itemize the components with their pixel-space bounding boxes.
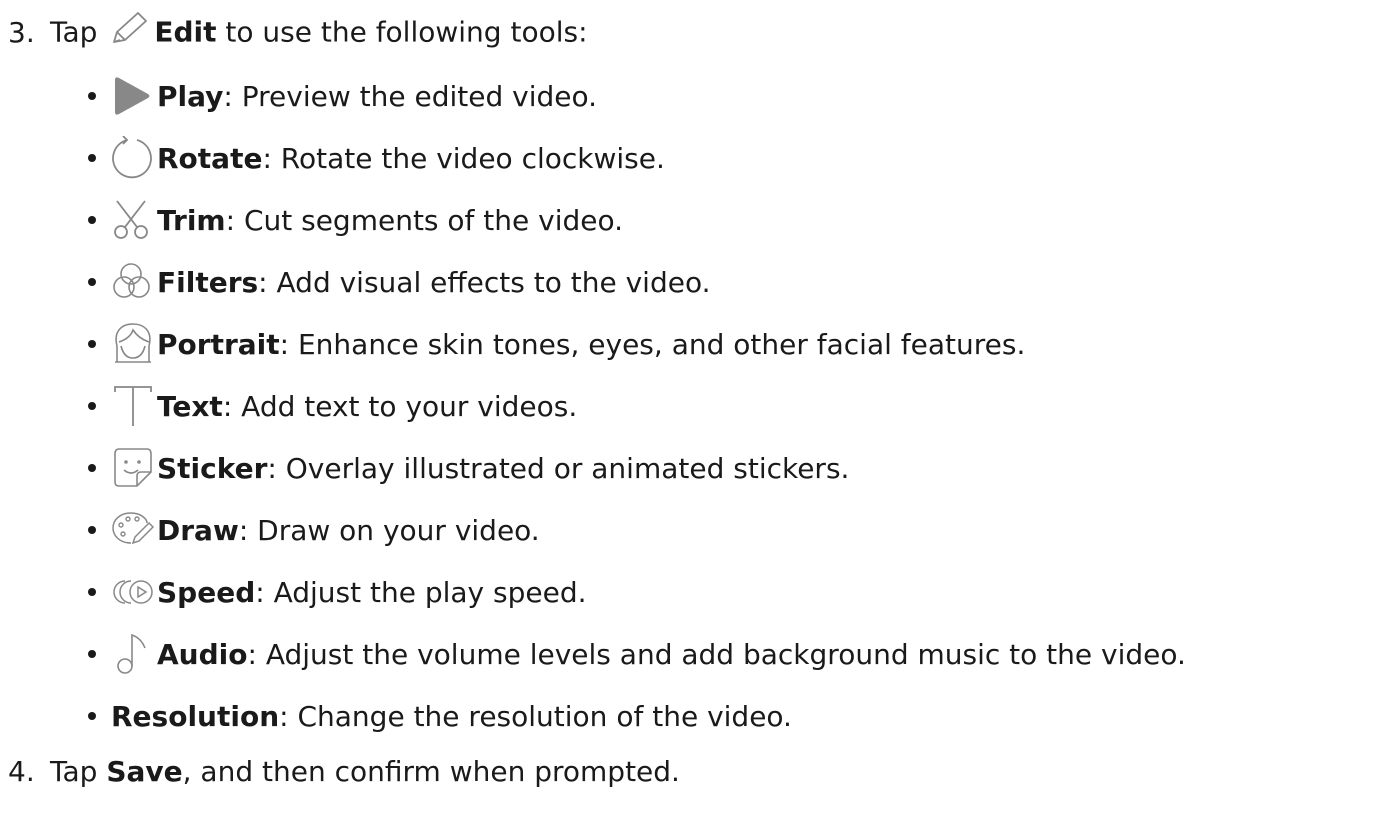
tool-term: Speed	[157, 575, 256, 609]
list-item-audio: Audio: Adjust the volume levels and add …	[88, 632, 1186, 676]
step-4-number: 4.	[8, 755, 35, 788]
step-3-suffix: to use the following tools:	[225, 15, 588, 49]
tool-term: Portrait	[157, 327, 280, 361]
tool-term: Rotate	[157, 141, 263, 175]
tool-desc: : Preview the edited video.	[223, 79, 598, 113]
save-label: Save	[106, 755, 183, 788]
tool-desc: : Rotate the video clockwise.	[262, 141, 665, 175]
bullet-dot	[88, 92, 96, 100]
tool-desc: : Draw on your video.	[238, 513, 540, 547]
tool-desc: : Add visual effects to the video.	[258, 265, 711, 299]
speed-icon	[111, 570, 157, 614]
bullet-dot	[88, 340, 96, 348]
tool-term: Audio	[157, 637, 248, 671]
list-item-portrait: Portrait: Enhance skin tones, eyes, and …	[88, 322, 1025, 366]
list-item-rotate: Rotate: Rotate the video clockwise.	[88, 136, 665, 180]
tool-term: Sticker	[157, 451, 268, 485]
list-item-resolution: Resolution: Change the resolution of the…	[88, 694, 792, 738]
text-icon	[111, 384, 157, 428]
list-item-play: Play: Preview the edited video.	[88, 74, 597, 118]
list-item-draw: Draw: Draw on your video.	[88, 508, 540, 552]
list-item-trim: Trim: Cut segments of the video.	[88, 198, 623, 242]
tool-desc: : Enhance skin tones, eyes, and other fa…	[279, 327, 1026, 361]
list-item-sticker: Sticker: Overlay illustrated or animated…	[88, 446, 849, 490]
list-item-speed: Speed: Adjust the play speed.	[88, 570, 587, 614]
step-4: 4. Tap Save, and then confirm when prompt…	[8, 752, 680, 792]
pencil-icon	[108, 10, 150, 57]
tool-desc: : Adjust the play speed.	[255, 575, 587, 609]
tool-term: Filters	[157, 265, 259, 299]
tool-desc: : Add text to your videos.	[222, 389, 578, 423]
tool-term: Play	[157, 79, 224, 113]
bullet-dot	[88, 154, 96, 162]
portrait-icon	[111, 322, 157, 366]
list-item-text: Text: Add text to your videos.	[88, 384, 577, 428]
bullet-dot	[88, 216, 96, 224]
bullet-dot	[88, 712, 96, 720]
filters-icon	[111, 260, 157, 304]
tool-term: Resolution	[111, 699, 280, 733]
sticker-icon	[111, 446, 157, 490]
tool-desc: : Cut segments of the video.	[225, 203, 624, 237]
scissors-icon	[111, 198, 157, 242]
tool-term: Draw	[157, 513, 239, 547]
step-4-suffix: , and then confirm when prompted.	[182, 755, 680, 788]
tool-desc: : Adjust the volume levels and add backg…	[247, 637, 1186, 671]
tool-term: Trim	[157, 203, 226, 237]
bullet-dot	[88, 526, 96, 534]
draw-icon	[111, 508, 157, 552]
step-3: 3. Tap Edit to use the following tools:	[8, 10, 588, 57]
bullet-dot	[88, 588, 96, 596]
tool-desc: : Change the resolution of the video.	[279, 699, 792, 733]
edit-label: Edit	[154, 15, 217, 49]
bullet-dot	[88, 464, 96, 472]
step-3-number: 3.	[8, 15, 35, 49]
rotate-icon	[111, 136, 157, 180]
bullet-dot	[88, 402, 96, 410]
list-item-filters: Filters: Add visual effects to the video…	[88, 260, 711, 304]
bullet-dot	[88, 278, 96, 286]
play-icon	[111, 74, 157, 118]
tool-term: Text	[157, 389, 223, 423]
step-3-prefix: Tap	[50, 15, 98, 49]
tool-desc: : Overlay illustrated or animated sticke…	[267, 451, 850, 485]
bullet-dot	[88, 650, 96, 658]
step-4-prefix: Tap	[50, 755, 98, 788]
audio-icon	[111, 632, 157, 676]
